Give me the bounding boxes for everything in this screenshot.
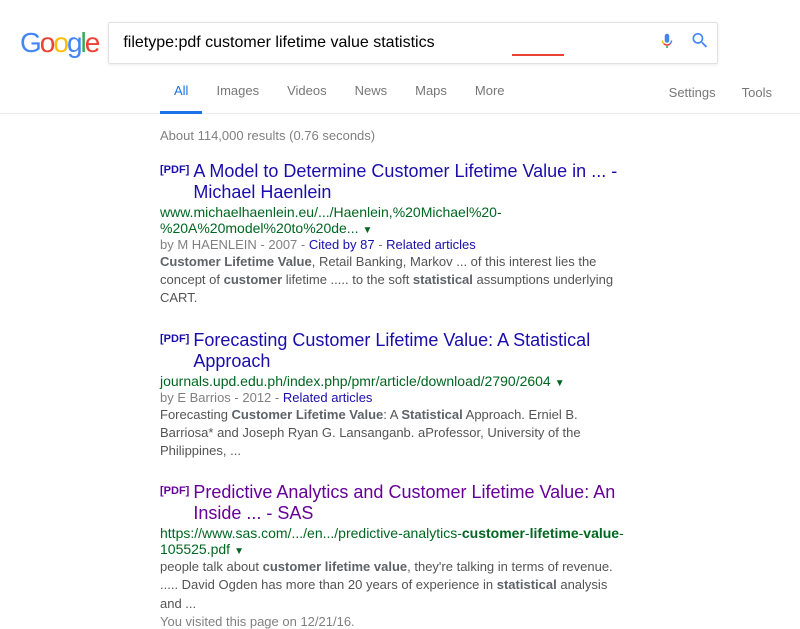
pdf-badge: PDF [160, 485, 189, 497]
search-icon[interactable] [690, 31, 710, 56]
nav-bar: All Images Videos News Maps More Setting… [0, 72, 800, 114]
result-snippet: people talk about customer lifetime valu… [160, 558, 630, 613]
result-meta: by M HAENLEIN - 2007 - Cited by 87 - Rel… [160, 237, 630, 252]
tab-videos[interactable]: Videos [273, 71, 341, 114]
result-title-link[interactable]: A Model to Determine Customer Lifetime V… [193, 161, 630, 203]
result-stats: About 114,000 results (0.76 seconds) [160, 128, 630, 143]
pdf-badge: PDF [160, 164, 189, 176]
tab-more[interactable]: More [461, 71, 519, 114]
pdf-badge: PDF [160, 333, 189, 345]
result-snippet: Forecasting Customer Lifetime Value: A S… [160, 406, 630, 461]
result-url: https://www.sas.com/.../en.../predictive… [160, 525, 630, 557]
related-articles-link[interactable]: Related articles [283, 390, 373, 405]
visited-note: You visited this page on 12/21/16. [160, 614, 630, 629]
settings-link[interactable]: Settings [669, 85, 716, 100]
related-articles-link[interactable]: Related articles [386, 237, 476, 252]
search-result: PDF Forecasting Customer Lifetime Value:… [160, 330, 630, 461]
search-input[interactable] [108, 22, 718, 64]
result-url: www.michaelhaenlein.eu/.../Haenlein,%20M… [160, 204, 630, 236]
result-title-link[interactable]: Predictive Analytics and Customer Lifeti… [193, 482, 630, 524]
results-area: About 114,000 results (0.76 seconds) PDF… [0, 114, 630, 629]
result-meta: by E Barrios - 2012 - Related articles [160, 390, 630, 405]
result-title-link[interactable]: Forecasting Customer Lifetime Value: A S… [193, 330, 630, 372]
tools-link[interactable]: Tools [742, 85, 772, 100]
voice-search-icon[interactable] [658, 30, 676, 57]
result-url: journals.upd.edu.ph/index.php/pmr/articl… [160, 373, 630, 389]
header: Google [0, 0, 800, 72]
tab-maps[interactable]: Maps [401, 71, 461, 114]
search-result: PDF Predictive Analytics and Customer Li… [160, 482, 630, 629]
result-snippet: Customer Lifetime Value, Retail Banking,… [160, 253, 630, 308]
tab-news[interactable]: News [341, 71, 402, 114]
search-wrap [108, 22, 718, 64]
chevron-down-icon[interactable]: ▼ [234, 546, 244, 557]
tab-all[interactable]: All [160, 71, 202, 114]
google-logo[interactable]: Google [20, 27, 98, 59]
chevron-down-icon[interactable]: ▼ [362, 225, 372, 236]
search-result: PDF A Model to Determine Customer Lifeti… [160, 161, 630, 308]
cited-by-link[interactable]: Cited by 87 [309, 237, 375, 252]
tab-images[interactable]: Images [202, 71, 273, 114]
query-highlight-underline [512, 54, 564, 56]
chevron-down-icon[interactable]: ▼ [555, 378, 565, 389]
